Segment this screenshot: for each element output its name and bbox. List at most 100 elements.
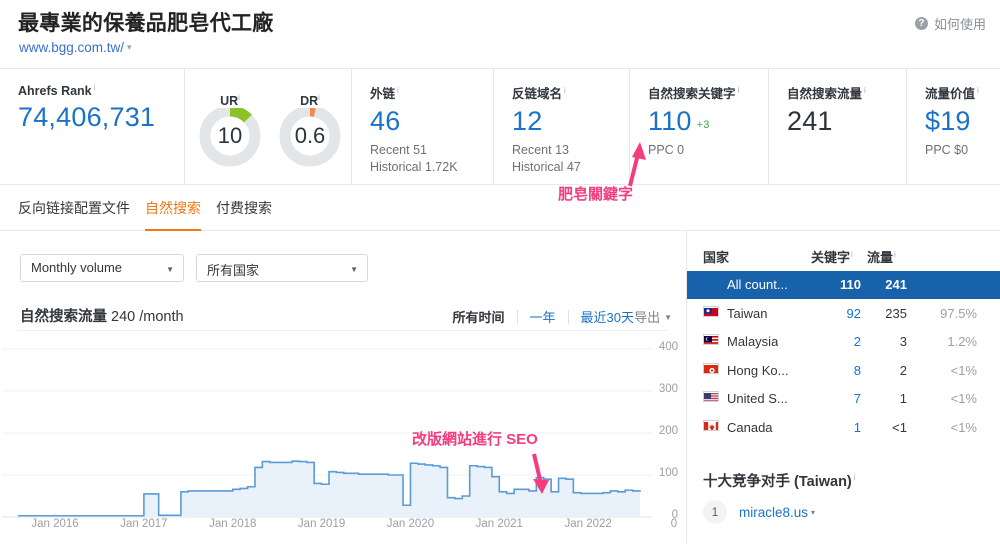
chart-title-value: 240 (111, 309, 136, 325)
y-axis-label: 300 (658, 383, 678, 395)
metric-sub: Recent 51 Historical 1.72K (370, 142, 493, 176)
table-row[interactable]: United S... 7 1 <1% (687, 385, 1000, 413)
chart-title: 自然搜索流量 240 /month (20, 305, 184, 326)
competitors-title: 十大竞争对手 (Taiwan) i (703, 473, 856, 490)
flag-icon-tw (703, 305, 719, 317)
country-name: Malaysia (727, 334, 779, 350)
tab-organic-search[interactable]: 自然搜索 (145, 198, 201, 232)
metric-value[interactable]: 12 (512, 108, 629, 135)
info-icon[interactable]: i (851, 250, 853, 259)
range-one-year[interactable]: 一年 (518, 307, 568, 326)
info-icon[interactable]: i (94, 83, 96, 92)
flag-icon-hk (703, 362, 719, 374)
metric-label: 外链 i (370, 85, 399, 101)
range-all-time[interactable]: 所有时间 (441, 307, 517, 326)
info-icon[interactable]: i (738, 86, 740, 95)
info-icon[interactable]: i (977, 86, 979, 95)
metric-label: 流量价值 i (925, 85, 979, 101)
table-row[interactable]: Hong Ko... 8 2 <1% (687, 357, 1000, 385)
info-icon[interactable]: i (894, 250, 896, 259)
country-keywords[interactable]: 1 (807, 420, 861, 435)
info-icon[interactable]: i (864, 86, 866, 95)
metric-label: 自然搜索流量 i (787, 85, 866, 101)
chevron-down-icon: ▼ (350, 265, 358, 274)
country-select[interactable]: 所有国家 ▼ (196, 254, 368, 282)
table-row[interactable]: Taiwan 92 235 97.5% (687, 300, 1000, 328)
info-icon[interactable]: i (318, 93, 320, 102)
metric-label: Ahrefs Rank i (18, 83, 96, 99)
gauge-dr-value: 0.6 (294, 123, 326, 148)
country-keywords[interactable]: 110 (807, 277, 861, 292)
country-keywords[interactable]: 7 (807, 391, 861, 406)
y-axis-label: 200 (658, 425, 678, 437)
column-header-keywords: 关键字i (811, 249, 853, 265)
column-header-traffic: 流量i (867, 249, 896, 265)
metric-ur-dr: URi 10 DRi 0.6 (185, 69, 352, 184)
country-keywords[interactable]: 2 (807, 334, 861, 349)
table-row[interactable]: Malaysia 2 3 1.2% (687, 328, 1000, 356)
how-to-use-link[interactable]: ? 如何使用 (914, 14, 986, 33)
flag-icon-ca (703, 420, 719, 431)
gauge-ur-value: 10 (217, 123, 243, 148)
metric-organic-traffic: 自然搜索流量 i 241 (769, 69, 907, 184)
competitor-row: 1 miracle8.us ▾ (703, 500, 815, 524)
metric-ref-domains: 反链域名 i 12 Recent 13 Historical 47 (494, 69, 630, 184)
country-traffic: 235 (885, 305, 907, 321)
export-button[interactable]: 导出 ▼ (634, 307, 672, 326)
table-row[interactable]: Canada 1 <1 <1% (687, 414, 1000, 442)
country-keywords[interactable]: 92 (807, 306, 861, 321)
info-icon[interactable]: i (397, 86, 399, 95)
metric-value[interactable]: 46 (370, 108, 493, 135)
tab-backlink-profile[interactable]: 反向链接配置文件 (18, 198, 130, 218)
competitor-index: 1 (703, 500, 727, 524)
metric-value: 241 (787, 106, 833, 136)
metric-backlinks: 外链 i 46 Recent 51 Historical 1.72K (352, 69, 494, 184)
question-mark-icon: ? (914, 17, 928, 30)
site-url-link[interactable]: www.bgg.com.tw/▾ (19, 40, 132, 55)
country-name: Hong Ko... (727, 362, 789, 378)
info-icon[interactable]: i (238, 93, 240, 102)
chart-title-unit: /month (139, 309, 184, 325)
tab-paid-search[interactable]: 付费搜索 (216, 198, 272, 218)
countries-table-header: 国家 关键字i 流量i (687, 243, 1000, 271)
metric-label: 反链域名 i (512, 85, 566, 101)
x-axis-label: Jan 2018 (209, 518, 257, 530)
country-keywords[interactable]: 8 (807, 363, 861, 378)
info-icon[interactable]: i (564, 86, 566, 95)
x-axis-end-label: 0 (670, 518, 678, 530)
chevron-down-icon: ▼ (166, 265, 174, 274)
metric-sub: PPC 0 (648, 142, 768, 159)
country-select-value: 所有国家 (207, 263, 260, 278)
metric-value: 74,406,731 (18, 102, 156, 133)
metric-traffic-value: 流量价值 i $19 PPC $0 (907, 69, 1000, 184)
chevron-down-icon[interactable]: ▾ (127, 42, 132, 52)
metric-ahrefs-rank: Ahrefs Rank i 74,406,731 (0, 69, 185, 184)
table-row[interactable]: All count... 110 241 (687, 271, 1000, 299)
country-traffic: 3 (899, 334, 907, 350)
country-traffic: 241 (885, 277, 907, 292)
country-percent: <1% (950, 391, 977, 407)
export-label: 导出 (634, 310, 661, 325)
metric-delta: +3 (696, 119, 710, 131)
competitor-domain-link[interactable]: miracle8.us ▾ (739, 505, 815, 520)
country-traffic: 2 (899, 362, 907, 378)
page-header: 最專業的保養品肥皂代工廠 www.bgg.com.tw/▾ ? 如何使用 (0, 0, 1000, 68)
country-traffic: <1 (892, 420, 907, 435)
metric-sub-line: PPC 0 (648, 143, 685, 157)
metrics-strip: Ahrefs Rank i 74,406,731 URi 10 DRi 0.6 … (0, 68, 1000, 185)
organic-traffic-chart: 0 100 200 300 400 Jan 2016 Jan 2017 Jan 2018 Ja… (0, 335, 686, 543)
x-axis-label: Jan 2017 (120, 518, 168, 530)
info-icon[interactable]: i (854, 473, 856, 482)
metric-value[interactable]: 110 +3 (648, 108, 768, 135)
y-axis-label: 100 (658, 467, 678, 479)
divider (18, 330, 668, 331)
chart-canvas[interactable] (0, 335, 686, 543)
metric-sub-line: Recent 51 (370, 143, 427, 157)
chevron-down-icon[interactable]: ▾ (811, 508, 815, 517)
metric-value[interactable]: $19 (925, 108, 1000, 135)
countries-panel: 国家 关键字i 流量i All count... 110 241 Taiwan 92 23… (686, 231, 1000, 543)
metric-select[interactable]: Monthly volume ▼ (20, 254, 184, 282)
ahrefs-site-explorer-page: 最專業的保養品肥皂代工廠 www.bgg.com.tw/▾ ? 如何使用 Ahr… (0, 0, 1000, 543)
chevron-down-icon: ▼ (664, 313, 672, 322)
metric-label: 自然搜索关键字 i (648, 85, 740, 101)
